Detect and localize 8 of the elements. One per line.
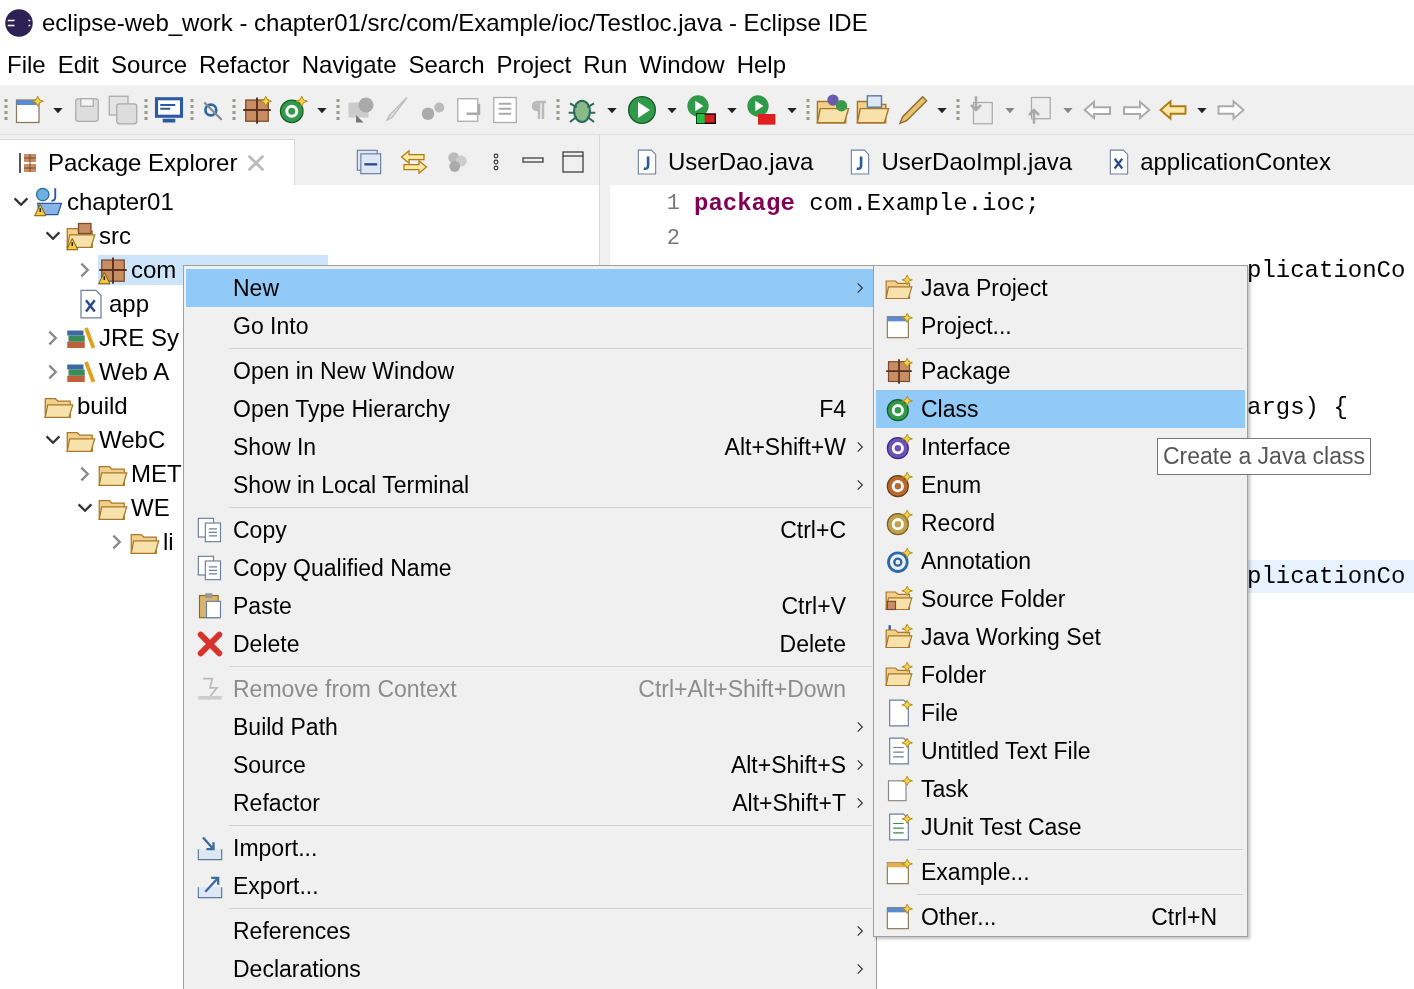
code-fragment: plicationCo [1247, 255, 1407, 286]
tooltip: Create a Java class [1157, 438, 1371, 475]
window-title: eclipse-web_work - chapter01/src/com/Example/ioc/TestIoc.java - Eclipse IDE [42, 7, 868, 38]
code-fragment: args) { [1247, 392, 1349, 423]
line-number: 1 [665, 190, 680, 218]
line-number: 2 [665, 225, 680, 253]
code-fragment: plicationCo [1247, 560, 1414, 593]
code-line: package com.Example.ioc; [694, 188, 1040, 219]
